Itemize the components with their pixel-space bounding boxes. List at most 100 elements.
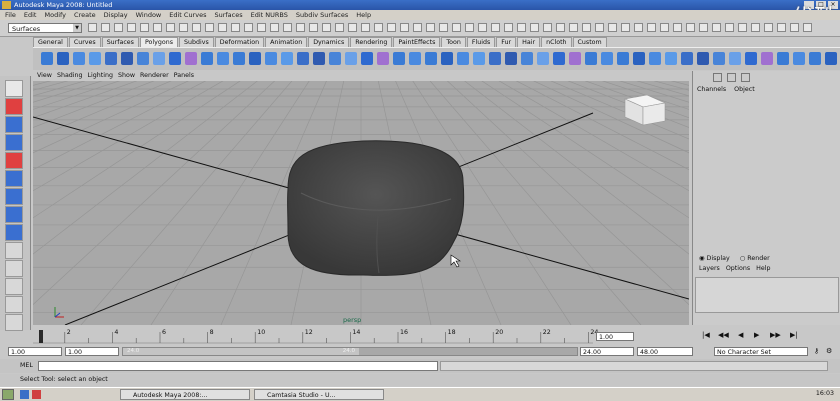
menu-edit-nurbs[interactable]: Edit NURBS [251, 10, 288, 20]
select-tool-icon[interactable] [5, 80, 23, 97]
shelf-tool-icon[interactable] [505, 52, 517, 65]
shelf-tool-icon[interactable] [569, 52, 581, 65]
layout-outliner-icon[interactable] [5, 314, 23, 331]
status-line-tool-icon[interactable] [283, 23, 292, 32]
tool-settings-toggle-icon[interactable] [741, 73, 750, 82]
show-manipulator-icon[interactable] [5, 224, 23, 241]
shelf-tab-hair[interactable]: Hair [517, 37, 541, 47]
status-line-tool-icon[interactable] [348, 23, 357, 32]
status-line-tool-icon[interactable] [725, 23, 734, 32]
auto-key-icon[interactable]: ⚷ [814, 347, 819, 355]
shelf-tool-icon[interactable] [41, 52, 53, 65]
status-line-tool-icon[interactable] [439, 23, 448, 32]
status-line-tool-icon[interactable] [309, 23, 318, 32]
shelf-tool-icon[interactable] [361, 52, 373, 65]
status-line-tool-icon[interactable] [582, 23, 591, 32]
status-line-tool-icon[interactable] [257, 23, 266, 32]
shelf-tab-fluids[interactable]: Fluids [466, 37, 496, 47]
shelf-tool-icon[interactable] [649, 52, 661, 65]
status-line-tool-icon[interactable] [400, 23, 409, 32]
status-line-tool-icon[interactable] [569, 23, 578, 32]
status-line-tool-icon[interactable] [790, 23, 799, 32]
status-line-tool-icon[interactable] [777, 23, 786, 32]
shelf-tool-icon[interactable] [745, 52, 757, 65]
layout-two-icon[interactable] [5, 296, 23, 313]
paint-select-tool-icon[interactable] [5, 116, 23, 133]
start-button[interactable] [2, 389, 14, 400]
status-line-tool-icon[interactable] [114, 23, 123, 32]
status-line-tool-icon[interactable] [803, 23, 812, 32]
move-tool-icon[interactable] [5, 134, 23, 151]
status-line-tool-icon[interactable] [179, 23, 188, 32]
menu-set-select[interactable]: Surfaces ▼ [8, 23, 82, 33]
status-line-tool-icon[interactable] [517, 23, 526, 32]
shelf-tool-icon[interactable] [249, 52, 261, 65]
shelf-tool-icon[interactable] [793, 52, 805, 65]
shelf-tab-custom[interactable]: Custom [572, 37, 607, 47]
step-back-frame-button[interactable]: ◀ [738, 331, 743, 339]
rotate-tool-icon[interactable] [5, 152, 23, 169]
shelf-tab-ncloth[interactable]: nCloth [541, 37, 572, 47]
current-frame-field[interactable]: 1.00 [596, 332, 634, 341]
scale-tool-icon[interactable] [5, 170, 23, 187]
status-line-tool-icon[interactable] [426, 23, 435, 32]
status-line-tool-icon[interactable] [530, 23, 539, 32]
layer-menu-layers[interactable]: Layers [699, 264, 720, 273]
character-set-select[interactable]: No Character Set [714, 347, 808, 356]
panel-menu-shading[interactable]: Shading [57, 71, 83, 81]
status-line-tool-icon[interactable] [556, 23, 565, 32]
menu-help[interactable]: Help [356, 10, 371, 20]
shelf-tool-icon[interactable] [297, 52, 309, 65]
lasso-tool-icon[interactable] [5, 98, 23, 115]
shelf-tool-icon[interactable] [313, 52, 325, 65]
shelf-tool-icon[interactable] [697, 52, 709, 65]
step-back-key-button[interactable]: ◀◀ [718, 331, 729, 339]
go-to-end-button[interactable]: ▶| [790, 331, 798, 339]
menu-subdiv-surfaces[interactable]: Subdiv Surfaces [296, 10, 348, 20]
shelf-tool-icon[interactable] [73, 52, 85, 65]
status-line-tool-icon[interactable] [101, 23, 110, 32]
status-line-tool-icon[interactable] [595, 23, 604, 32]
shelf-tool-icon[interactable] [201, 52, 213, 65]
shelf-tool-icon[interactable] [329, 52, 341, 65]
menu-create[interactable]: Create [74, 10, 96, 20]
shelf-tool-icon[interactable] [57, 52, 69, 65]
shelf-tool-icon[interactable] [105, 52, 117, 65]
status-line-tool-icon[interactable] [751, 23, 760, 32]
shelf-tool-icon[interactable] [713, 52, 725, 65]
panel-menu-renderer[interactable]: Renderer [140, 71, 169, 81]
shelf-tool-icon[interactable] [553, 52, 565, 65]
status-line-tool-icon[interactable] [686, 23, 695, 32]
status-line-tool-icon[interactable] [244, 23, 253, 32]
shelf-tool-icon[interactable] [489, 52, 501, 65]
playback-end-field[interactable]: 24.00 [580, 347, 634, 356]
panel-menu-lighting[interactable]: Lighting [88, 71, 113, 81]
shelf-tool-icon[interactable] [409, 52, 421, 65]
shelf-tool-icon[interactable] [665, 52, 677, 65]
soft-mod-tool-icon[interactable] [5, 206, 23, 223]
shelf-tool-icon[interactable] [761, 52, 773, 65]
panel-menu-view[interactable]: View [37, 71, 52, 81]
layer-list[interactable] [695, 277, 839, 313]
menu-edit[interactable]: Edit [24, 10, 37, 20]
status-line-tool-icon[interactable] [192, 23, 201, 32]
shelf-tool-icon[interactable] [457, 52, 469, 65]
quick-launch-icon[interactable] [32, 390, 41, 399]
shelf-tool-icon[interactable] [601, 52, 613, 65]
status-line-tool-icon[interactable] [660, 23, 669, 32]
shelf-tool-icon[interactable] [217, 52, 229, 65]
shelf-tab-general[interactable]: General [33, 37, 68, 47]
shelf-tab-surfaces[interactable]: Surfaces [101, 37, 139, 47]
shelf-tool-icon[interactable] [393, 52, 405, 65]
status-line-tool-icon[interactable] [374, 23, 383, 32]
shelf-tool-icon[interactable] [233, 52, 245, 65]
shelf-tab-dynamics[interactable]: Dynamics [308, 37, 350, 47]
shelf-tab-painteffects[interactable]: PaintEffects [393, 37, 441, 47]
display-layer-radio[interactable]: ◉ Display [699, 254, 730, 264]
status-line-tool-icon[interactable] [634, 23, 643, 32]
status-line-tool-icon[interactable] [452, 23, 461, 32]
smoothed-cube-object[interactable] [287, 140, 465, 276]
shelf-tool-icon[interactable] [265, 52, 277, 65]
status-line-tool-icon[interactable] [465, 23, 474, 32]
status-line-tool-icon[interactable] [270, 23, 279, 32]
